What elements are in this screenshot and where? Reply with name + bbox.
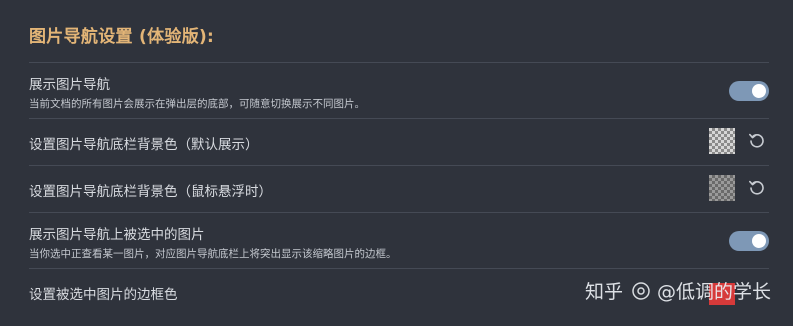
section-title: 图片导航设置 (体验版): xyxy=(29,27,215,47)
setting-label: 设置图片导航底栏背景色（鼠标悬浮时） xyxy=(29,184,272,200)
show-image-nav-toggle[interactable] xyxy=(729,81,769,101)
toggle-knob xyxy=(752,234,766,248)
setting-row-nav-bg-hover: 设置图片导航底栏背景色（鼠标悬浮时） xyxy=(29,165,769,212)
setting-description: 当前文档的所有图片会展示在弹出层的底部，可随意切换展示不同图片。 xyxy=(29,98,365,110)
reset-icon[interactable] xyxy=(747,131,767,151)
nav-bg-default-color-swatch[interactable] xyxy=(709,128,735,154)
show-selected-image-toggle[interactable] xyxy=(729,231,769,251)
setting-label: 展示图片导航上被选中的图片 xyxy=(29,227,205,243)
watermark-text-right: @低调的学长 xyxy=(656,281,771,303)
setting-label: 设置图片导航底栏背景色（默认展示） xyxy=(29,137,259,153)
watermark-text-left: 知乎 xyxy=(584,281,623,303)
setting-label: 设置被选中图片的边框色 xyxy=(29,287,178,303)
setting-description: 当你选中正查看某一图片，对应图片导航底栏上将突出显示该缩略图片的边框。 xyxy=(29,248,397,260)
watermark: 知乎 @低调的学长 xyxy=(585,277,771,304)
setting-row-show-image-nav: 展示图片导航 当前文档的所有图片会展示在弹出层的底部，可随意切换展示不同图片。 xyxy=(29,62,769,118)
setting-row-show-selected-image: 展示图片导航上被选中的图片 当你选中正查看某一图片，对应图片导航底栏上将突出显示… xyxy=(29,212,769,268)
setting-row-nav-bg-default: 设置图片导航底栏背景色（默认展示） xyxy=(29,118,769,165)
toggle-knob xyxy=(752,84,766,98)
at-icon xyxy=(632,281,650,300)
setting-label: 展示图片导航 xyxy=(29,77,110,93)
reset-icon[interactable] xyxy=(747,178,767,198)
nav-bg-hover-color-swatch[interactable] xyxy=(709,175,735,201)
settings-panel: 图片导航设置 (体验版): 展示图片导航 当前文档的所有图片会展示在弹出层的底部… xyxy=(0,0,793,326)
